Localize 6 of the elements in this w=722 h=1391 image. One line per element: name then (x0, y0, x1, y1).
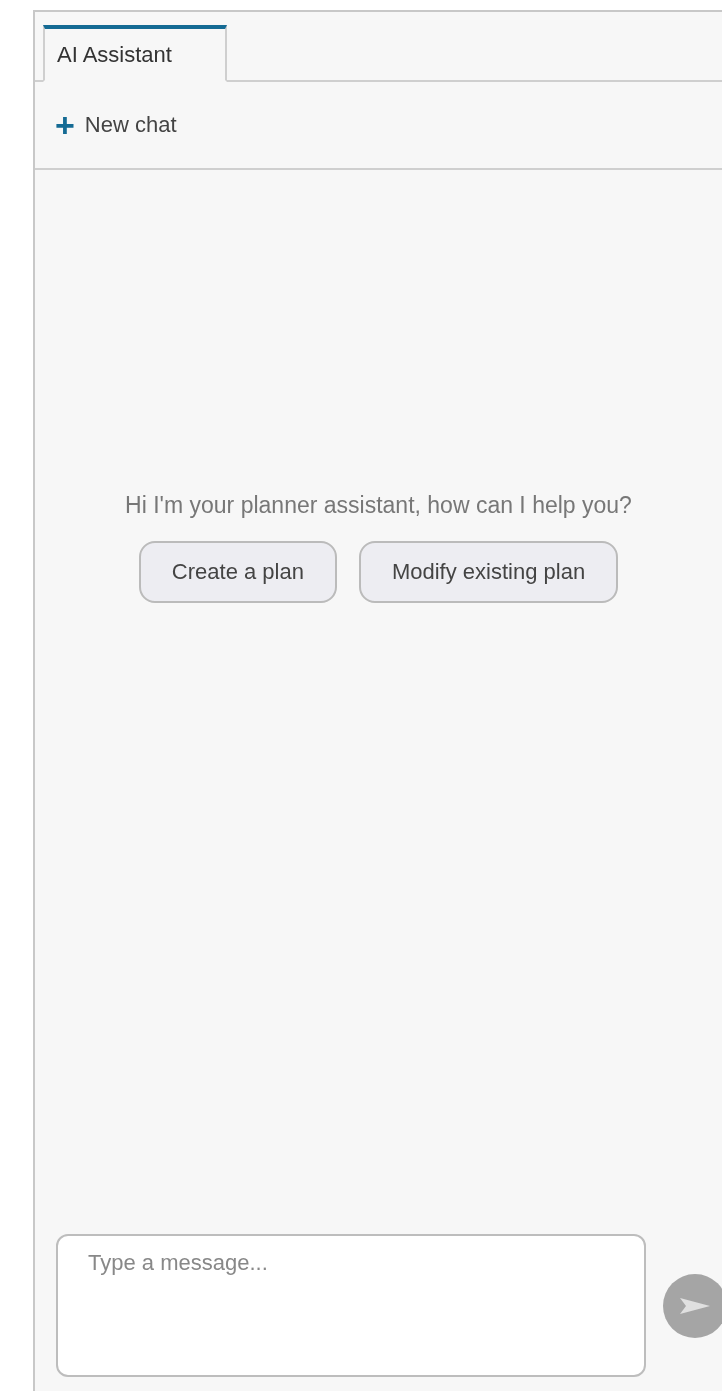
greeting-text: Hi I'm your planner assistant, how can I help you? (125, 492, 632, 519)
new-chat-button[interactable]: + New chat (55, 108, 177, 142)
suggestion-button[interactable]: Modify existing plan (358, 541, 619, 603)
tab[interactable]: AI Assistant (43, 25, 227, 82)
message-input[interactable]: Type a message... (56, 1234, 646, 1377)
suggestion-button[interactable]: Create a plan (138, 541, 337, 603)
